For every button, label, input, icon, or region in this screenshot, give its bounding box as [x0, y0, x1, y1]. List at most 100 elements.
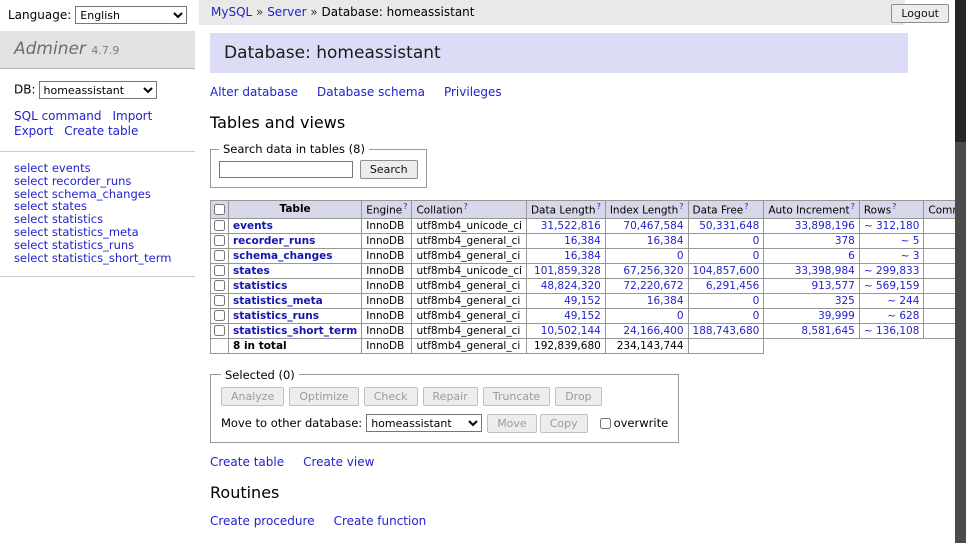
action-alter-database[interactable]: Alter database — [210, 85, 298, 99]
table-name-link[interactable]: statistics — [233, 280, 287, 292]
table-name-link[interactable]: statistics_short_term — [233, 325, 357, 337]
row-checkbox[interactable] — [214, 250, 225, 261]
totals-index-length: 234,143,744 — [605, 338, 688, 353]
rows-link[interactable]: ~ 628 — [887, 310, 919, 322]
index-length-link[interactable]: 0 — [677, 250, 684, 262]
table-name-link[interactable]: events — [233, 220, 273, 232]
copy-button[interactable]: Copy — [540, 414, 588, 433]
help-link[interactable]: ? — [892, 202, 896, 211]
routine-create-function[interactable]: Create function — [334, 514, 427, 528]
create-create-view[interactable]: Create view — [303, 455, 374, 469]
logout-button[interactable]: Logout — [891, 4, 949, 23]
sidebar-link-create-table[interactable]: Create table — [64, 124, 138, 138]
data-length-link[interactable]: 16,384 — [564, 235, 601, 247]
data-free-link[interactable]: 6,291,456 — [706, 280, 759, 292]
drop-button[interactable]: Drop — [555, 387, 601, 406]
data-free-link[interactable]: 0 — [753, 295, 760, 307]
auto-increment-link[interactable]: 8,581,645 — [801, 325, 854, 337]
help-link[interactable]: ? — [679, 202, 683, 211]
sidebar-link-sql-command[interactable]: SQL command — [14, 109, 101, 123]
select-link-statistics-short-term[interactable]: select — [14, 251, 48, 265]
help-link[interactable]: ? — [403, 202, 407, 211]
auto-increment-link[interactable]: 33,898,196 — [795, 220, 855, 232]
analyze-button[interactable]: Analyze — [221, 387, 284, 406]
data-free-link[interactable]: 0 — [753, 250, 760, 262]
create-create-table[interactable]: Create table — [210, 455, 284, 469]
select-all-checkbox[interactable] — [214, 204, 225, 215]
help-link[interactable]: ? — [464, 202, 468, 211]
data-free-link[interactable]: 188,743,680 — [693, 325, 760, 337]
routine-create-procedure[interactable]: Create procedure — [210, 514, 315, 528]
auto-increment-link[interactable]: 33,398,984 — [795, 265, 855, 277]
auto-increment-link[interactable]: 6 — [848, 250, 855, 262]
table-name-link[interactable]: statistics_meta — [233, 295, 323, 307]
rows-link[interactable]: ~ 5 — [901, 235, 920, 247]
data-free-link[interactable]: 50,331,648 — [699, 220, 759, 232]
move-db-select[interactable]: homeassistant — [366, 414, 482, 432]
index-length-link[interactable]: 16,384 — [647, 295, 684, 307]
data-free-link[interactable]: 0 — [753, 235, 760, 247]
table-name-link[interactable]: statistics_runs — [233, 310, 319, 322]
index-length-link[interactable]: 72,220,672 — [623, 280, 683, 292]
row-checkbox[interactable] — [214, 325, 225, 336]
breadcrumb-link-mysql[interactable]: MySQL — [211, 5, 252, 19]
truncate-button[interactable]: Truncate — [483, 387, 550, 406]
data-length-link[interactable]: 31,522,816 — [541, 220, 601, 232]
help-link[interactable]: ? — [851, 202, 855, 211]
rows-link[interactable]: ~ 312,180 — [864, 220, 920, 232]
sidebar-link-import[interactable]: Import — [112, 109, 152, 123]
table-name-link[interactable]: states — [233, 265, 270, 277]
action-database-schema[interactable]: Database schema — [317, 85, 425, 99]
row-checkbox[interactable] — [214, 280, 225, 291]
index-length-link[interactable]: 0 — [677, 310, 684, 322]
scrollbar-thumb[interactable] — [955, 0, 966, 142]
data-length-link[interactable]: 10,502,144 — [541, 325, 601, 337]
index-length-link[interactable]: 16,384 — [647, 235, 684, 247]
sidebar-table-link-statistics-short-term[interactable]: statistics_short_term — [52, 251, 172, 265]
rows-link[interactable]: ~ 569,159 — [864, 280, 920, 292]
table-name-link[interactable]: schema_changes — [233, 250, 333, 262]
row-checkbox[interactable] — [214, 235, 225, 246]
language-select[interactable]: English — [75, 6, 187, 24]
check-button[interactable]: Check — [364, 387, 418, 406]
row-checkbox[interactable] — [214, 295, 225, 306]
index-length-link[interactable]: 70,467,584 — [623, 220, 683, 232]
select-all-cell — [211, 201, 229, 219]
db-select[interactable]: homeassistant — [39, 81, 157, 99]
breadcrumb-link-server[interactable]: Server — [267, 5, 306, 19]
optimize-button[interactable]: Optimize — [289, 387, 358, 406]
rows-link[interactable]: ~ 299,833 — [864, 265, 920, 277]
data-length-link[interactable]: 101,859,328 — [534, 265, 601, 277]
rows-link[interactable]: ~ 136,108 — [864, 325, 920, 337]
selected-fieldset: Selected (0) AnalyzeOptimizeCheckRepairT… — [210, 368, 679, 443]
index-length-link[interactable]: 24,166,400 — [623, 325, 683, 337]
rows-link[interactable]: ~ 244 — [887, 295, 919, 307]
help-link[interactable]: ? — [597, 202, 601, 211]
overwrite-checkbox[interactable] — [600, 418, 611, 429]
search-input[interactable] — [219, 161, 353, 178]
search-button[interactable]: Search — [360, 160, 418, 179]
vertical-scrollbar[interactable] — [955, 0, 966, 543]
data-free-link[interactable]: 104,857,600 — [693, 265, 760, 277]
index-length-link[interactable]: 67,256,320 — [623, 265, 683, 277]
auto-increment-link[interactable]: 913,577 — [811, 280, 854, 292]
row-checkbox[interactable] — [214, 310, 225, 321]
auto-increment-link[interactable]: 325 — [835, 295, 855, 307]
data-length-link[interactable]: 48,824,320 — [541, 280, 601, 292]
help-link[interactable]: ? — [744, 202, 748, 211]
data-length-link[interactable]: 49,152 — [564, 295, 601, 307]
row-checkbox[interactable] — [214, 265, 225, 276]
auto-increment-link[interactable]: 378 — [835, 235, 855, 247]
table-name-link[interactable]: recorder_runs — [233, 235, 315, 247]
row-checkbox[interactable] — [214, 220, 225, 231]
auto-increment-link[interactable]: 39,999 — [818, 310, 855, 322]
repair-button[interactable]: Repair — [423, 387, 478, 406]
action-privileges[interactable]: Privileges — [444, 85, 502, 99]
data-length-link[interactable]: 16,384 — [564, 250, 601, 262]
sidebar-link-export[interactable]: Export — [14, 124, 53, 138]
data-free-link[interactable]: 0 — [753, 310, 760, 322]
move-button[interactable]: Move — [487, 414, 537, 433]
data-length-link[interactable]: 49,152 — [564, 310, 601, 322]
sidebar-command-links: SQL command Import Export Create table — [0, 109, 195, 152]
rows-link[interactable]: ~ 3 — [901, 250, 920, 262]
